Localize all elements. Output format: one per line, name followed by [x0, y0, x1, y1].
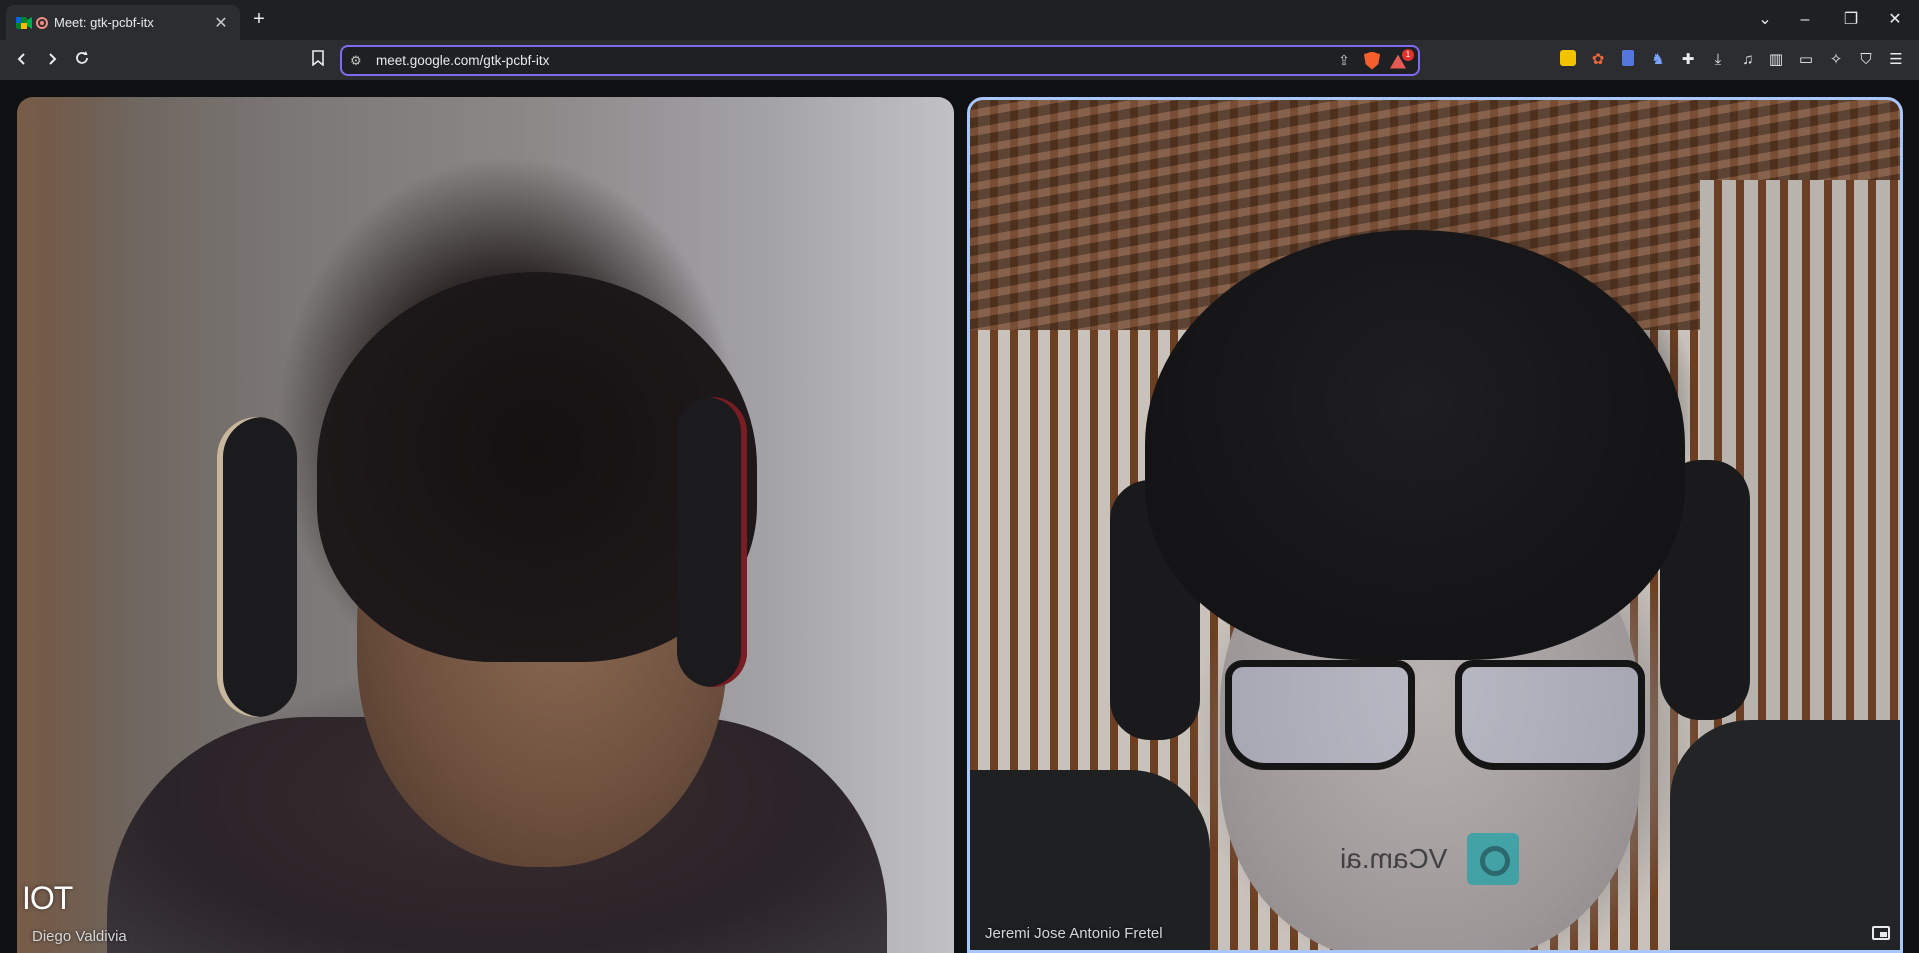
extension-fox-icon[interactable]: ✿: [1588, 50, 1608, 70]
site-info-icon[interactable]: ⚙: [350, 53, 376, 69]
vpn-shield-icon[interactable]: ⛉: [1856, 50, 1876, 70]
menu-icon[interactable]: ☰: [1886, 50, 1906, 70]
reload-button[interactable]: [70, 49, 94, 71]
reload-icon: [76, 51, 88, 64]
tab-title: Meet: gtk-pcbf-itx: [54, 15, 154, 30]
brave-rewards-icon[interactable]: 1: [1390, 48, 1414, 69]
tab-close-icon[interactable]: ✕: [212, 13, 230, 33]
wallet-icon[interactable]: ▭: [1796, 50, 1816, 70]
brave-shields-icon[interactable]: [1364, 51, 1380, 70]
leo-ai-icon[interactable]: ✧: [1826, 50, 1846, 70]
extensions-puzzle-icon[interactable]: ✚: [1678, 50, 1698, 70]
close-window-button[interactable]: ✕: [1880, 8, 1910, 32]
arrow-right-icon: [49, 53, 57, 65]
participant-name: Jeremi Jose Antonio Fretel: [985, 925, 1163, 942]
glasses-shape: [1225, 660, 1655, 780]
participant-tile[interactable]: IOT Diego Valdivia: [17, 97, 954, 953]
picture-in-picture-icon[interactable]: [1872, 926, 1890, 940]
extension-blue-icon[interactable]: ♞: [1648, 50, 1668, 70]
meet-stage: IOT Diego Valdivia VCam.ai Jeremi Jose A…: [0, 80, 1919, 953]
forward-button[interactable]: [40, 49, 64, 71]
bookmark-icon: [312, 50, 324, 67]
restore-window-button[interactable]: ❐: [1836, 8, 1866, 32]
media-music-icon[interactable]: ♫: [1738, 50, 1758, 70]
back-button[interactable]: [10, 49, 34, 71]
vcam-watermark: VCam.ai: [1340, 833, 1520, 885]
browser-toolbar: ⚙ meet.google.com/gtk-pcbf-itx ⇪ 1 ✿ ♞ ✚…: [0, 40, 1919, 80]
tab-strip: Meet: gtk-pcbf-itx ✕ + ⌄ – ❐ ✕: [0, 0, 1919, 40]
recording-indicator-icon: [36, 16, 48, 29]
extension-yellow-icon[interactable]: [1558, 50, 1578, 70]
minimize-window-button[interactable]: –: [1790, 8, 1820, 32]
downloads-icon[interactable]: ⤓: [1708, 50, 1728, 70]
extension-bitwarden-icon[interactable]: [1618, 50, 1638, 70]
share-icon[interactable]: ⇪: [1330, 52, 1358, 69]
google-meet-favicon-icon: [16, 16, 32, 30]
address-url[interactable]: meet.google.com/gtk-pcbf-itx: [376, 53, 1330, 68]
address-bar[interactable]: ⚙ meet.google.com/gtk-pcbf-itx ⇪ 1: [340, 45, 1420, 76]
vcam-watermark-text: VCam.ai: [1340, 843, 1448, 874]
arrow-left-icon: [17, 53, 25, 65]
browser-tab-meet[interactable]: Meet: gtk-pcbf-itx ✕: [6, 5, 240, 40]
overlay-text: IOT: [22, 880, 73, 916]
vcam-logo-icon: [1467, 833, 1520, 885]
rewards-badge: 1: [1402, 48, 1414, 61]
headphone-shape: [217, 417, 297, 717]
participant-name: Diego Valdivia: [32, 928, 127, 945]
sidebar-icon[interactable]: ▥: [1766, 50, 1786, 70]
new-tab-button[interactable]: +: [248, 8, 270, 30]
participant-tile-active-speaker[interactable]: VCam.ai Jeremi Jose Antonio Fretel: [967, 97, 1903, 953]
tab-search-chevron-icon[interactable]: ⌄: [1750, 8, 1780, 32]
bookmark-button[interactable]: [306, 49, 330, 71]
